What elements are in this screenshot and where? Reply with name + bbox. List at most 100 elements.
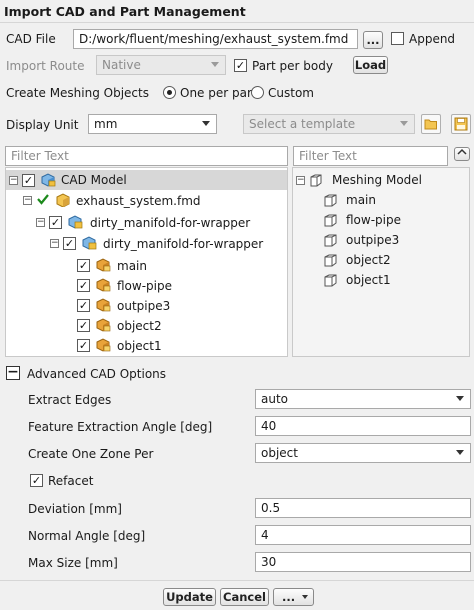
- display-unit-label: Display Unit: [6, 118, 79, 132]
- append-checkbox[interactable]: [391, 32, 404, 45]
- assembly1-checkbox[interactable]: ✓: [49, 216, 62, 229]
- expand-toggle-icon[interactable]: −: [36, 218, 45, 227]
- part-checkbox[interactable]: ✓: [77, 299, 90, 312]
- cad-model-tree[interactable]: − ✓ CAD Model − exhaust_system.fmd − ✓ d…: [5, 167, 288, 357]
- chevron-down-icon: [400, 121, 408, 126]
- deviation-label: Deviation [mm]: [28, 502, 122, 516]
- refacet-label: Refacet: [48, 474, 94, 488]
- template-placeholder: Select a template: [249, 117, 356, 131]
- one-per-part-label: One per part: [180, 86, 257, 100]
- more-options-button[interactable]: ...: [273, 588, 314, 606]
- max-size-input[interactable]: 30: [255, 552, 471, 572]
- mesh-item-label: outpipe3: [346, 233, 400, 247]
- file-cube-icon: [56, 193, 70, 207]
- expand-toggle-icon[interactable]: −: [23, 196, 32, 205]
- update-button[interactable]: Update: [163, 588, 216, 606]
- browse-button[interactable]: ...: [363, 31, 383, 49]
- more-options-label: ...: [282, 590, 296, 604]
- mesh-item-label: main: [346, 193, 376, 207]
- mesh-item-label: flow-pipe: [346, 213, 401, 227]
- cad-file-label: CAD File: [6, 32, 56, 46]
- chevron-up-icon: [457, 148, 467, 155]
- custom-radio[interactable]: [251, 86, 264, 99]
- advanced-collapse-button[interactable]: −: [6, 365, 20, 380]
- append-label: Append: [409, 32, 456, 46]
- mesh-item-label: object2: [346, 253, 391, 267]
- load-button[interactable]: Load: [353, 56, 388, 74]
- part-icon: [96, 318, 111, 332]
- folder-icon: [424, 119, 437, 130]
- collapse-filter-button[interactable]: [454, 147, 470, 161]
- expand-toggle-icon[interactable]: −: [9, 176, 18, 185]
- display-unit-value: mm: [94, 117, 118, 131]
- meshing-model-icon: [310, 174, 322, 187]
- display-unit-select[interactable]: mm: [88, 114, 217, 134]
- file-label: exhaust_system.fmd: [76, 194, 201, 208]
- custom-label: Custom: [268, 86, 314, 100]
- chevron-down-icon: [202, 121, 210, 126]
- part-label: main: [117, 259, 147, 273]
- max-size-label: Max Size [mm]: [28, 556, 118, 570]
- mesh-object-icon: [324, 214, 337, 227]
- one-per-part-radio[interactable]: [163, 86, 176, 99]
- feature-angle-input[interactable]: 40: [255, 416, 471, 436]
- mesh-object-icon: [324, 254, 337, 267]
- title-divider: [0, 22, 474, 23]
- open-folder-button[interactable]: [421, 114, 441, 134]
- normal-angle-label: Normal Angle [deg]: [28, 529, 146, 543]
- meshing-model-tree[interactable]: − Meshing Model main flow-pipe outpipe3 obj…: [292, 167, 470, 357]
- assembly2-checkbox[interactable]: ✓: [63, 237, 76, 250]
- part-per-body-label: Part per body: [252, 59, 333, 73]
- part-per-body-checkbox[interactable]: ✓: [234, 59, 247, 72]
- footer-divider: [0, 580, 474, 581]
- part-checkbox[interactable]: ✓: [77, 319, 90, 332]
- assembly2-label: dirty_manifold-for-wrapper: [103, 237, 264, 251]
- extract-edges-label: Extract Edges: [28, 393, 112, 407]
- chevron-down-icon: [302, 595, 308, 599]
- cad-model-checkbox[interactable]: ✓: [22, 174, 35, 187]
- checkmark-icon: [37, 194, 49, 205]
- assembly-icon: [68, 215, 83, 229]
- advanced-title: Advanced CAD Options: [27, 367, 167, 381]
- mesh-object-icon: [324, 194, 337, 207]
- mesh-object-icon: [324, 234, 337, 247]
- cad-model-icon: [41, 173, 56, 187]
- part-checkbox[interactable]: ✓: [77, 279, 90, 292]
- part-icon: [96, 278, 111, 292]
- import-route-label: Import Route: [6, 59, 85, 73]
- meshing-model-label: Meshing Model: [332, 173, 422, 187]
- cad-model-label: CAD Model: [61, 173, 127, 187]
- one-zone-per-value: object: [261, 446, 298, 460]
- feature-angle-label: Feature Extraction Angle [deg]: [28, 420, 213, 434]
- cancel-button[interactable]: Cancel: [220, 588, 269, 606]
- part-label: object1: [117, 339, 162, 353]
- assembly1-label: dirty_manifold-for-wrapper: [90, 216, 251, 230]
- cad-file-input[interactable]: D:/work/fluent/meshing/exhaust_system.fm…: [73, 29, 358, 49]
- part-label: object2: [117, 319, 162, 333]
- mesh-object-icon: [324, 274, 337, 287]
- extract-edges-select[interactable]: auto: [255, 389, 471, 409]
- extract-edges-value: auto: [261, 392, 289, 406]
- import-route-value: Native: [102, 58, 141, 72]
- template-select[interactable]: Select a template: [243, 114, 415, 134]
- expand-toggle-icon[interactable]: −: [50, 239, 59, 248]
- one-zone-per-select[interactable]: object: [255, 443, 471, 463]
- part-label: flow-pipe: [117, 279, 172, 293]
- one-zone-per-label: Create One Zone Per: [28, 447, 154, 461]
- save-icon: [454, 117, 468, 131]
- mesh-filter-input[interactable]: Filter Text: [293, 146, 448, 166]
- save-template-button[interactable]: [451, 114, 471, 134]
- expand-toggle-icon[interactable]: −: [296, 176, 305, 185]
- part-icon: [96, 258, 111, 272]
- deviation-input[interactable]: 0.5: [255, 498, 471, 518]
- chevron-down-icon: [456, 396, 464, 401]
- chevron-down-icon: [456, 450, 464, 455]
- refacet-checkbox[interactable]: ✓: [30, 474, 43, 487]
- part-checkbox[interactable]: ✓: [77, 339, 90, 352]
- mesh-item-label: object1: [346, 273, 391, 287]
- part-checkbox[interactable]: ✓: [77, 259, 90, 272]
- assembly-icon: [82, 236, 97, 250]
- normal-angle-input[interactable]: 4: [255, 525, 471, 545]
- import-route-select[interactable]: Native: [96, 55, 226, 75]
- cad-filter-input[interactable]: Filter Text: [5, 146, 288, 166]
